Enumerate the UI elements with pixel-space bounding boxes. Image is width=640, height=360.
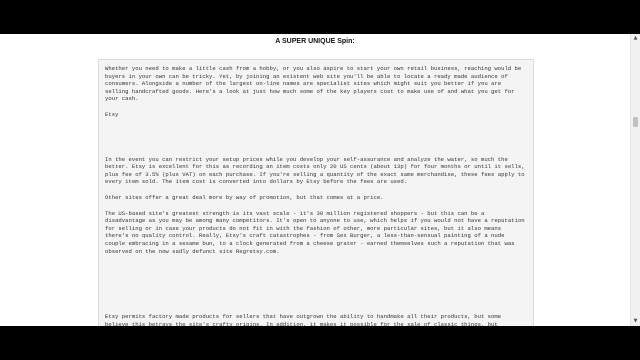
spin-text-area[interactable]: Whether you need to make a little cash f… bbox=[98, 59, 534, 326]
spin-paragraph: Other sites offer a great deal more by w… bbox=[105, 193, 384, 201]
scroll-up-icon[interactable]: ▲ bbox=[631, 34, 640, 43]
spin-paragraph: Whether you need to make a little cash f… bbox=[105, 65, 522, 103]
page-viewport: A SUPER UNIQUE Spin: Whether you need to… bbox=[0, 34, 640, 326]
spin-paragraph: Etsy permits factory made products for s… bbox=[105, 313, 502, 326]
spin-heading: Etsy bbox=[105, 110, 119, 118]
scroll-down-icon[interactable]: ▼ bbox=[631, 317, 640, 326]
spin-paragraph: The US-based site's greatest strength is… bbox=[105, 209, 525, 255]
vertical-scrollbar[interactable]: ▲ ▼ bbox=[630, 34, 640, 326]
page-title: A SUPER UNIQUE Spin: bbox=[275, 38, 355, 45]
spin-paragraph: In the event you can restrict your setup… bbox=[105, 155, 525, 186]
scrollbar-thumb[interactable] bbox=[633, 116, 638, 127]
